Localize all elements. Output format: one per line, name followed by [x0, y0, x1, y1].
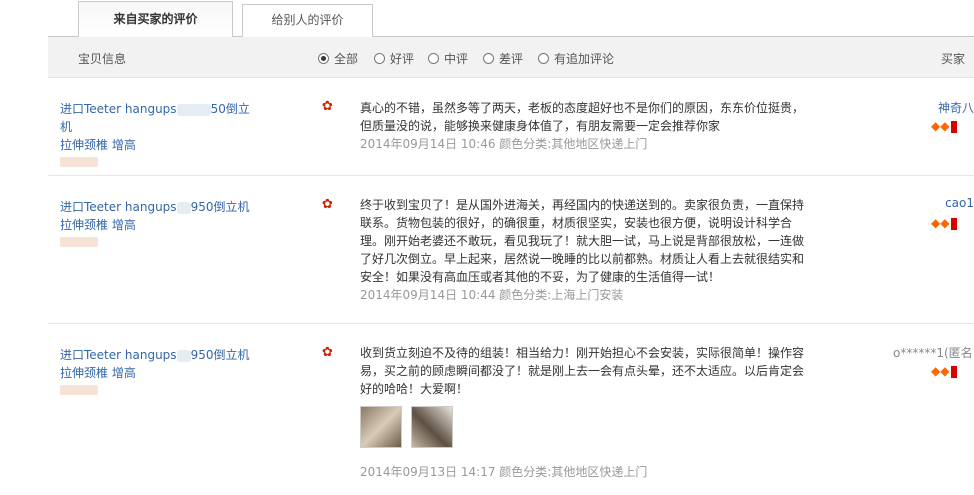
review-photo-thumbnail[interactable] — [360, 406, 402, 448]
review-text: 收到货立刻迫不及待的组装！相当给力！刚开始担心不会安装，实际很简单！操作容易，买… — [360, 346, 805, 396]
radio-icon[interactable] — [374, 53, 385, 64]
review-row: 进口Teeter hangups 950倒立机 拉伸颈椎 增高 ✿ 终于收到宝贝了！… — [48, 176, 974, 324]
review-text: 终于收到宝贝了！是从国外进海关，再经国内的快递送到的。卖家很负责，一直保持联系。… — [360, 198, 805, 284]
filter-all[interactable]: 全部 — [318, 50, 358, 67]
product-link[interactable]: 进口Teeter hangups 950倒立机 拉伸颈椎 增高 — [60, 200, 249, 232]
gem-icon: ◆◆ — [931, 364, 974, 378]
flower-icon: ✿ — [322, 345, 333, 360]
product-link[interactable]: 进口Teeter hangups 50倒立机 拉伸颈椎 增高 — [60, 102, 250, 152]
radio-icon[interactable] — [483, 53, 494, 64]
product-meta-blurred — [60, 157, 98, 167]
flower-icon: ✿ — [322, 197, 333, 212]
product-meta-blurred — [60, 385, 98, 395]
review-date: 2014年09月13日 14:17 颜色分类:其他地区快递上门 — [360, 465, 648, 479]
buyer-name[interactable]: o******1(匿名 — [893, 344, 974, 361]
filter-positive[interactable]: 好评 — [374, 50, 414, 67]
review-row: 进口Teeter hangups 950倒立机 拉伸颈椎 增高 ✿ 收到货立刻迫不及… — [48, 324, 974, 495]
filter-negative[interactable]: 差评 — [483, 50, 523, 67]
review-photo-thumbnail[interactable] — [410, 406, 453, 448]
buyer-name[interactable]: cao1 — [918, 196, 974, 210]
filter-bar: 宝贝信息 全部 好评 中评 差评 有追加评论 买家 — [48, 37, 974, 78]
review-text: 真心的不错，虽然多等了两天，老板的态度超好也不是你们的原因，东东价位挺贵，但质量… — [360, 101, 805, 133]
review-comment: 收到货立刻迫不及待的组装！相当给力！刚开始担心不会安装，实际很简单！操作容易，买… — [360, 344, 810, 481]
buyer-name[interactable]: 神奇八 — [918, 99, 974, 116]
product-meta-blurred — [60, 237, 98, 247]
review-tabs: 来自买家的评价 给别人的评价 — [48, 0, 974, 37]
gem-icon: ◆◆ — [931, 119, 974, 133]
tab-given-reviews[interactable]: 给别人的评价 — [242, 4, 373, 37]
review-date: 2014年09月14日 10:44 颜色分类:上海上门安装 — [360, 288, 624, 302]
radio-icon[interactable] — [428, 53, 439, 64]
product-info: 进口Teeter hangups 950倒立机 拉伸颈椎 增高 — [60, 198, 260, 247]
review-row: 进口Teeter hangups 50倒立机 拉伸颈椎 增高 ✿ 真心的不错，虽然多… — [48, 79, 974, 176]
tab-buyer-reviews[interactable]: 来自买家的评价 — [78, 1, 233, 37]
column-header-product-info: 宝贝信息 — [78, 52, 127, 66]
product-info: 进口Teeter hangups 50倒立机 拉伸颈椎 增高 — [60, 100, 260, 167]
product-info: 进口Teeter hangups 950倒立机 拉伸颈椎 增高 — [60, 346, 260, 395]
gem-icon: ◆◆ — [931, 216, 974, 230]
column-header-buyer: 买家 — [941, 52, 966, 66]
review-comment: 真心的不错，虽然多等了两天，老板的态度超好也不是你们的原因，东东价位挺贵，但质量… — [360, 99, 810, 153]
flower-icon: ✿ — [322, 99, 333, 114]
radio-icon[interactable] — [318, 53, 329, 64]
review-comment: 终于收到宝贝了！是从国外进海关，再经国内的快递送到的。卖家很负责，一直保持联系。… — [360, 196, 810, 304]
product-link[interactable]: 进口Teeter hangups 950倒立机 拉伸颈椎 增高 — [60, 348, 249, 380]
review-photos — [360, 406, 810, 453]
filter-appended[interactable]: 有追加评论 — [538, 50, 614, 67]
review-date: 2014年09月14日 10:46 颜色分类:其他地区快递上门 — [360, 137, 648, 151]
radio-icon[interactable] — [538, 53, 549, 64]
filter-neutral[interactable]: 中评 — [428, 50, 468, 67]
